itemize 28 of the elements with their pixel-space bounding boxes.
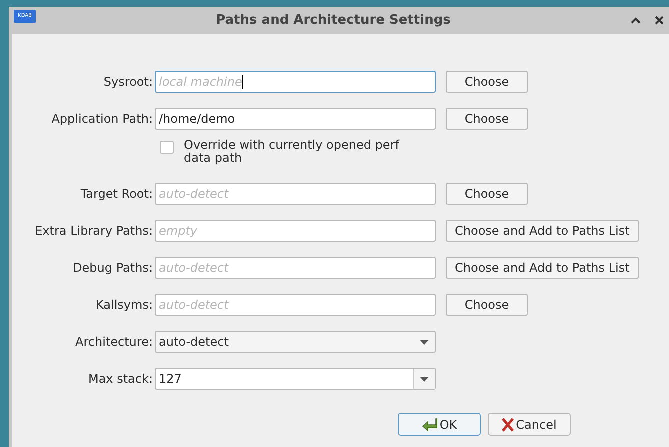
field-label: Architecture: <box>74 334 154 351</box>
field-label: Debug Paths: <box>72 260 154 277</box>
choose-button[interactable]: Choose <box>446 183 528 205</box>
window-title: Paths and Architecture Settings <box>216 12 451 30</box>
dropdown-arrow-icon <box>420 340 429 344</box>
choose-button[interactable]: Choose <box>446 108 528 130</box>
max-stack-combo[interactable]: 127 <box>155 368 436 390</box>
field-label: Kallsyms: <box>94 297 154 314</box>
checkbox[interactable] <box>160 141 174 154</box>
field-label: Sysroot: <box>102 74 154 91</box>
choose-button[interactable]: Choose <box>446 71 528 93</box>
dropdown-arrow-icon <box>420 376 429 382</box>
text-field[interactable]: /home/demo <box>155 108 436 130</box>
ok-button[interactable]: OK <box>398 413 481 436</box>
choose-button[interactable]: Choose <box>446 294 528 316</box>
choose-button[interactable]: Choose and Add to Paths List <box>446 220 639 242</box>
field-label: Target Root: <box>80 186 154 203</box>
collapse-icon[interactable] <box>631 17 641 24</box>
cross-icon <box>502 418 514 432</box>
close-icon[interactable] <box>655 16 664 25</box>
choose-button[interactable]: Choose and Add to Paths List <box>446 257 639 279</box>
architecture-dropdown[interactable]: auto-detect <box>155 331 436 353</box>
check-arrow-icon <box>422 418 438 432</box>
field-label: Extra Library Paths: <box>34 223 154 240</box>
checkbox-label: Override with currently opened perf data path <box>184 139 401 165</box>
field-label: Max stack: <box>87 371 154 388</box>
cancel-button[interactable]: Cancel <box>488 413 571 436</box>
field-label: Application Path: <box>50 111 154 128</box>
